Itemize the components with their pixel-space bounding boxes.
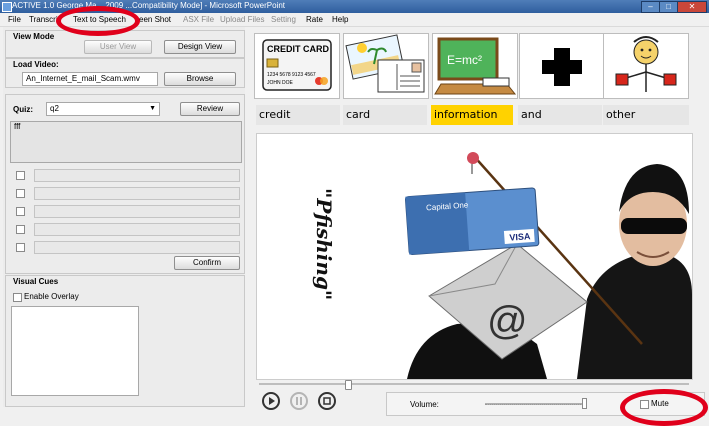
quiz-option-checkbox[interactable] (16, 207, 25, 216)
formula-text: E=mc² (447, 53, 482, 67)
quiz-option-checkbox[interactable] (16, 171, 25, 180)
card-holder: JOHN DOE (267, 80, 294, 86)
seek-bar[interactable] (259, 383, 689, 385)
quiz-option-field[interactable] (34, 187, 240, 200)
pause-icon (296, 397, 302, 405)
plus-picture[interactable] (519, 33, 605, 99)
play-icon (269, 397, 275, 405)
menu-setting[interactable]: Setting (271, 15, 296, 24)
play-button[interactable] (262, 392, 280, 410)
user-view-button[interactable]: User View (84, 40, 152, 54)
volume-thumb[interactable] (581, 398, 587, 409)
question-textbox[interactable]: fff (10, 121, 242, 163)
menu-upload-files[interactable]: Upload Files (220, 15, 264, 24)
word-other[interactable]: other (603, 105, 689, 125)
menu-rate[interactable]: Rate (306, 15, 323, 24)
volume-slider[interactable] (485, 403, 587, 405)
word-and[interactable]: and (518, 105, 602, 125)
chevron-down-icon: ▼ (149, 105, 156, 112)
information-picture[interactable]: E=mc² (432, 33, 518, 99)
stop-icon (323, 397, 331, 405)
minimize-button[interactable]: – (641, 1, 660, 13)
enable-overlay-checkbox[interactable] (13, 293, 22, 302)
view-mode-heading: View Mode (13, 32, 55, 41)
seek-thumb[interactable] (345, 380, 352, 390)
annotation-circle-text-to-speech (56, 6, 140, 36)
postcard-icon (345, 34, 425, 93)
overlay-preview-box[interactable] (11, 306, 139, 396)
quiz-selected-value: q2 (50, 104, 59, 113)
volume-label: Volume: (410, 400, 439, 409)
menu-screen-shot[interactable]: een Shot (139, 15, 171, 24)
review-button[interactable]: Review (180, 102, 240, 116)
quiz-option-field[interactable] (34, 169, 240, 182)
control-panel: View Mode User View Design View Load Vid… (3, 27, 245, 407)
load-video-group: Load Video: An_Internet_E_mail_Scam.wmv … (5, 58, 245, 88)
window-title: ACTIVE 1.0 George Ma... 2009 ...Compatib… (12, 1, 285, 10)
pause-button[interactable] (290, 392, 308, 410)
quiz-label: Quiz: (13, 105, 33, 114)
quiz-option-field[interactable] (34, 241, 240, 254)
maximize-button[interactable]: □ (659, 1, 678, 13)
enable-overlay-label: Enable Overlay (24, 292, 79, 301)
video-player[interactable]: @ Capital One VISA "Pfishing" (256, 133, 693, 380)
menu-transcript[interactable]: Transcri (29, 15, 58, 24)
menu-help[interactable]: Help (332, 15, 348, 24)
quiz-option-field[interactable] (34, 223, 240, 236)
view-mode-group: View Mode User View Design View (5, 30, 245, 58)
credit-card-picture[interactable]: CREDIT CARD 1234 5678 9123 4567 JOHN DOE (254, 33, 340, 99)
plus-icon (542, 48, 582, 86)
card-title: CREDIT CARD (267, 44, 329, 54)
confirm-button[interactable]: Confirm (174, 256, 240, 270)
quiz-option-checkbox[interactable] (16, 243, 25, 252)
at-symbol: @ (487, 299, 528, 343)
menu-file[interactable]: File (8, 15, 21, 24)
app-icon (2, 2, 12, 12)
card-number: 1234 5678 9123 4567 (267, 72, 316, 78)
credit-card-icon: CREDIT CARD 1234 5678 9123 4567 JOHN DOE (262, 39, 332, 91)
video-file-field[interactable]: An_Internet_E_mail_Scam.wmv (22, 72, 158, 86)
word-credit[interactable]: credit (256, 105, 340, 125)
close-button[interactable]: ✕ (677, 1, 707, 13)
menu-asx-file[interactable]: ASX File (183, 15, 214, 24)
load-video-heading: Load Video: (13, 60, 59, 69)
card-network-text: VISA (509, 231, 531, 242)
quiz-option-checkbox[interactable] (16, 225, 25, 234)
person-picture[interactable] (603, 33, 689, 99)
visual-cues-group: Visual Cues Enable Overlay (5, 275, 245, 407)
quiz-option-field[interactable] (34, 205, 240, 218)
phishing-text: "Pfishing" (312, 188, 336, 300)
information-icon: E=mc² (434, 37, 517, 95)
quiz-option-checkbox[interactable] (16, 189, 25, 198)
browse-button[interactable]: Browse (164, 72, 236, 86)
stop-button[interactable] (318, 392, 336, 410)
visual-cues-heading: Visual Cues (13, 277, 59, 286)
word-information[interactable]: information (431, 105, 513, 125)
quiz-group: Quiz: q2 ▼ Review fff Confirm (5, 94, 245, 274)
person-icon (615, 36, 677, 92)
design-view-button[interactable]: Design View (164, 40, 236, 54)
annotation-circle-mute (620, 389, 708, 426)
video-frame: @ Capital One VISA "Pfishing" (312, 152, 692, 379)
word-card[interactable]: card (343, 105, 427, 125)
quiz-select[interactable]: q2 ▼ (46, 102, 160, 116)
postcard-picture[interactable] (343, 33, 429, 99)
